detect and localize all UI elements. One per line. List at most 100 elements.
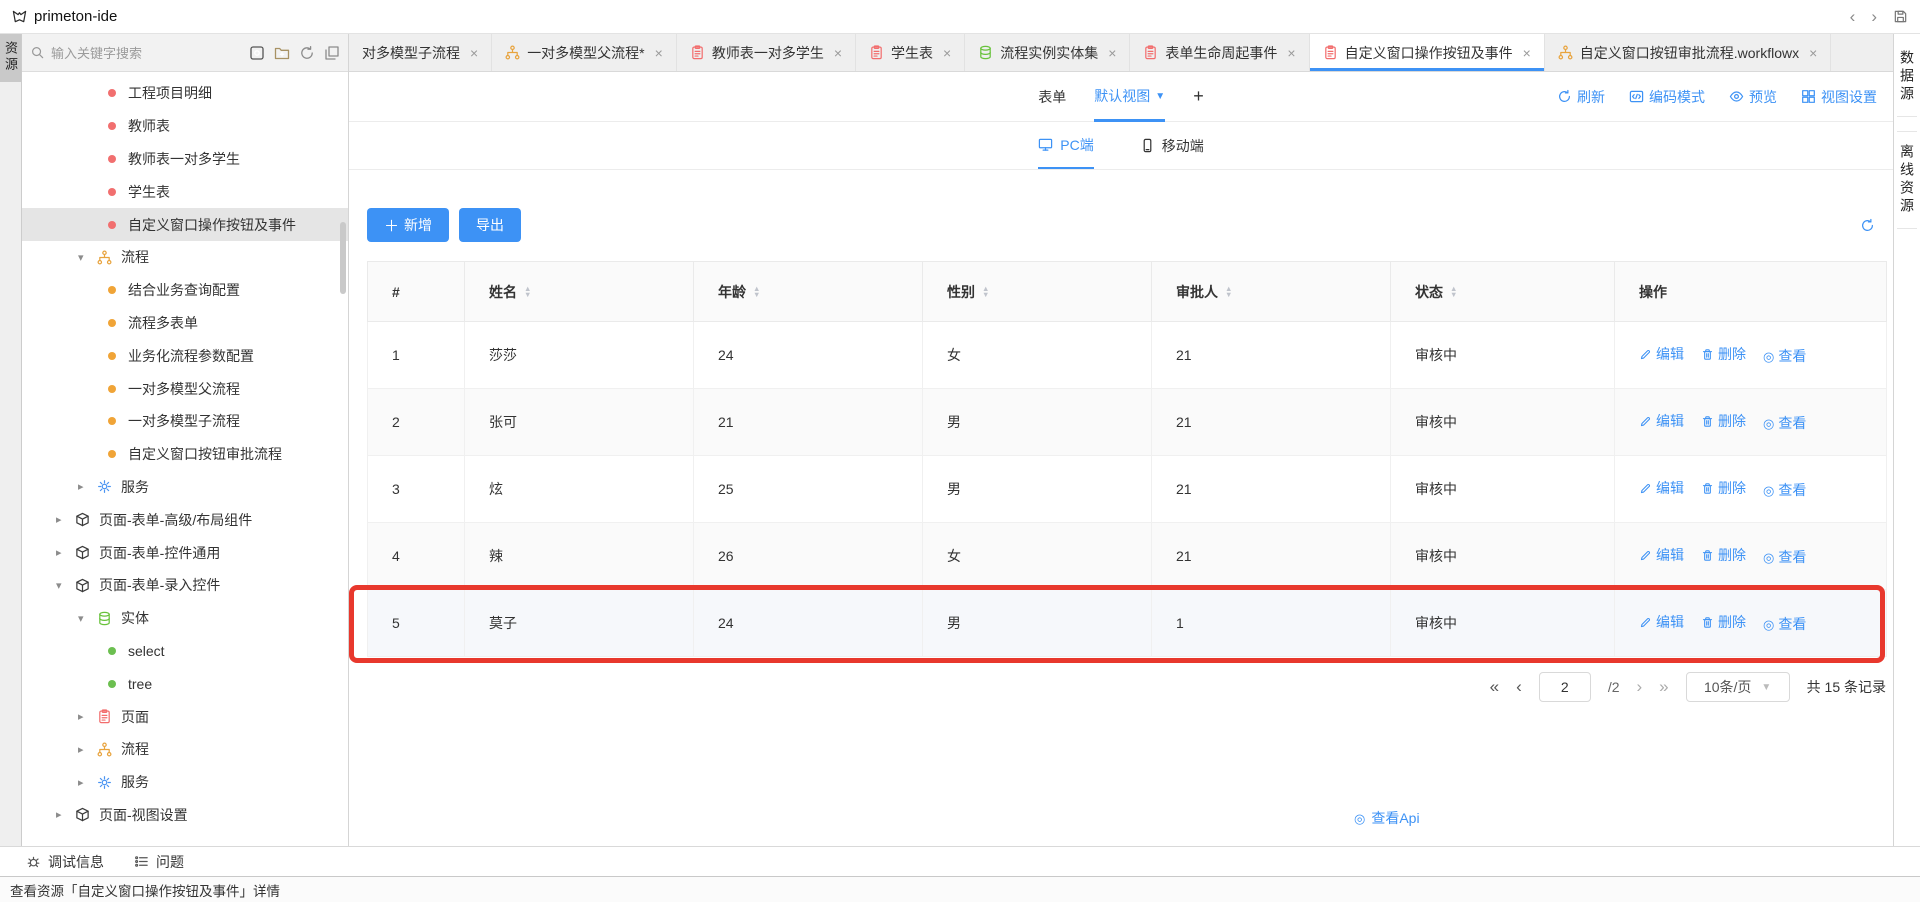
view-api-link[interactable]: ◎ 查看Api — [1354, 808, 1420, 828]
sort-icon[interactable]: ▲▼ — [753, 286, 760, 298]
problems-button[interactable]: 问题 — [134, 852, 184, 872]
editor-tab[interactable]: 对多模型子流程× — [349, 34, 492, 71]
tab-pc[interactable]: PC端 — [1038, 122, 1093, 169]
tree-group[interactable]: ▸流程 — [22, 733, 348, 766]
table-row-highlighted[interactable]: 5莫子24男1审核中 编辑删除◎查看 — [368, 590, 1887, 657]
tree-item-selected[interactable]: 自定义窗口操作按钮及事件 — [22, 208, 348, 241]
tree-item[interactable]: 自定义窗口按钮审批流程 — [22, 438, 348, 471]
editor-tab[interactable]: 学生表× — [856, 34, 965, 71]
tree-group[interactable]: ▸页面-表单-高级/布局组件 — [22, 503, 348, 536]
history-forward-button[interactable]: › — [1871, 8, 1877, 25]
table-row[interactable]: 1莎莎24女21审核中 编辑删除◎查看 — [368, 322, 1887, 389]
delete-link[interactable]: 删除 — [1701, 344, 1746, 364]
sort-icon[interactable]: ▲▼ — [1225, 286, 1232, 298]
resources-rail-tab[interactable]: 资源 — [0, 34, 21, 82]
add-view-button[interactable]: + — [1193, 86, 1204, 107]
view-link[interactable]: ◎查看 — [1763, 480, 1806, 500]
search-input[interactable]: 输入关键字搜索 — [30, 43, 242, 62]
tree-group[interactable]: ▸服务 — [22, 471, 348, 504]
tree-item[interactable]: 一对多模型子流程 — [22, 405, 348, 438]
close-icon[interactable]: × — [1287, 45, 1295, 61]
chevron-right-icon[interactable]: ▸ — [56, 808, 71, 821]
editor-tab[interactable]: 流程实例实体集× — [965, 34, 1130, 71]
export-button[interactable]: 导出 — [459, 208, 521, 242]
add-button[interactable]: ＋新增 — [367, 208, 449, 242]
edit-link[interactable]: 编辑 — [1639, 411, 1684, 431]
code-mode-button[interactable]: 编码模式 — [1629, 87, 1705, 107]
datasource-rail-tab[interactable]: 数据源 — [1897, 44, 1917, 117]
sort-icon[interactable]: ▲▼ — [982, 286, 989, 298]
col-age[interactable]: 年龄▲▼ — [694, 262, 923, 322]
table-row[interactable]: 2张可21男21审核中 编辑删除◎查看 — [368, 389, 1887, 456]
new-folder-icon[interactable] — [274, 45, 290, 61]
tree-group[interactable]: ▾流程 — [22, 241, 348, 274]
col-name[interactable]: 姓名▲▼ — [465, 262, 694, 322]
delete-link[interactable]: 删除 — [1701, 478, 1746, 498]
table-row[interactable]: 3炫25男21审核中 编辑删除◎查看 — [368, 456, 1887, 523]
edit-link[interactable]: 编辑 — [1639, 545, 1684, 565]
chevron-right-icon[interactable]: ▸ — [78, 710, 93, 723]
chevron-right-icon[interactable]: ▸ — [78, 776, 93, 789]
editor-tab-active[interactable]: 自定义窗口操作按钮及事件× — [1310, 34, 1545, 71]
tree-item[interactable]: 一对多模型父流程 — [22, 372, 348, 405]
tree-item[interactable]: 教师表一对多学生 — [22, 143, 348, 176]
tree-item[interactable]: 结合业务查询配置 — [22, 274, 348, 307]
default-view-tab[interactable]: 默认视图▼ — [1094, 73, 1165, 122]
close-icon[interactable]: × — [943, 45, 951, 61]
sort-icon[interactable]: ▲▼ — [1450, 286, 1457, 298]
tab-mobile[interactable]: 移动端 — [1140, 122, 1204, 169]
tree-item[interactable]: 业务化流程参数配置 — [22, 339, 348, 372]
view-link[interactable]: ◎查看 — [1763, 547, 1806, 567]
close-icon[interactable]: × — [1108, 45, 1116, 61]
col-approver[interactable]: 审批人▲▼ — [1152, 262, 1391, 322]
editor-tab[interactable]: 教师表一对多学生× — [677, 34, 856, 71]
chevron-right-icon[interactable]: ▸ — [56, 546, 71, 559]
chevron-down-icon[interactable]: ▾ — [56, 579, 71, 592]
page-size-select[interactable]: 10条/页▼ — [1686, 672, 1790, 702]
page-input[interactable]: 2 — [1539, 672, 1591, 702]
editor-tab[interactable]: 表单生命周起事件× — [1130, 34, 1309, 71]
collapse-all-icon[interactable] — [324, 45, 340, 61]
debug-info-button[interactable]: 调试信息 — [26, 852, 104, 872]
editor-tab[interactable]: 自定义窗口按钮审批流程.workflowx× — [1545, 34, 1832, 71]
table-row[interactable]: 4辣26女21审核中 编辑删除◎查看 — [368, 523, 1887, 590]
chevron-right-icon[interactable]: ▸ — [78, 480, 93, 493]
tree-item[interactable]: 工程项目明细 — [22, 77, 348, 110]
tree-group[interactable]: ▸页面 — [22, 700, 348, 733]
delete-link[interactable]: 删除 — [1701, 411, 1746, 431]
tree-item[interactable]: select — [22, 635, 348, 668]
edit-link[interactable]: 编辑 — [1639, 612, 1684, 632]
editor-tab[interactable]: 一对多模型父流程*× — [492, 34, 677, 71]
close-icon[interactable]: × — [1523, 45, 1531, 61]
tree-group[interactable]: ▾实体 — [22, 602, 348, 635]
close-icon[interactable]: × — [1809, 45, 1817, 61]
col-gender[interactable]: 性别▲▼ — [923, 262, 1152, 322]
locate-file-icon[interactable] — [249, 45, 265, 61]
edit-link[interactable]: 编辑 — [1639, 478, 1684, 498]
tree-group[interactable]: ▾页面-表单-录入控件 — [22, 569, 348, 602]
view-link[interactable]: ◎查看 — [1763, 413, 1806, 433]
tree-group[interactable]: ▸页面-表单-控件通用 — [22, 536, 348, 569]
table-refresh-icon[interactable] — [1860, 218, 1875, 233]
first-page-button[interactable]: « — [1490, 677, 1499, 697]
tree-group[interactable]: ▸页面-视图设置 — [22, 799, 348, 832]
chevron-down-icon[interactable]: ▾ — [78, 251, 93, 264]
save-icon[interactable] — [1893, 9, 1908, 24]
chevron-down-icon[interactable]: ▾ — [78, 612, 93, 625]
delete-link[interactable]: 删除 — [1701, 612, 1746, 632]
chevron-right-icon[interactable]: ▸ — [78, 743, 93, 756]
next-page-button[interactable]: › — [1637, 677, 1643, 697]
tree-item[interactable]: 流程多表单 — [22, 307, 348, 340]
sort-icon[interactable]: ▲▼ — [524, 286, 531, 298]
close-icon[interactable]: × — [470, 45, 478, 61]
form-tab[interactable]: 表单 — [1038, 87, 1066, 107]
edit-link[interactable]: 编辑 — [1639, 344, 1684, 364]
history-back-button[interactable]: ‹ — [1850, 8, 1856, 25]
refresh-button[interactable]: 刷新 — [1557, 87, 1605, 107]
sidebar-scrollbar[interactable] — [340, 222, 346, 294]
close-icon[interactable]: × — [655, 45, 663, 61]
tree-item[interactable]: 学生表 — [22, 175, 348, 208]
view-link[interactable]: ◎查看 — [1763, 614, 1806, 634]
offline-resource-rail-tab[interactable]: 离线资源 — [1897, 131, 1917, 229]
tree-group[interactable]: ▸服务 — [22, 766, 348, 799]
